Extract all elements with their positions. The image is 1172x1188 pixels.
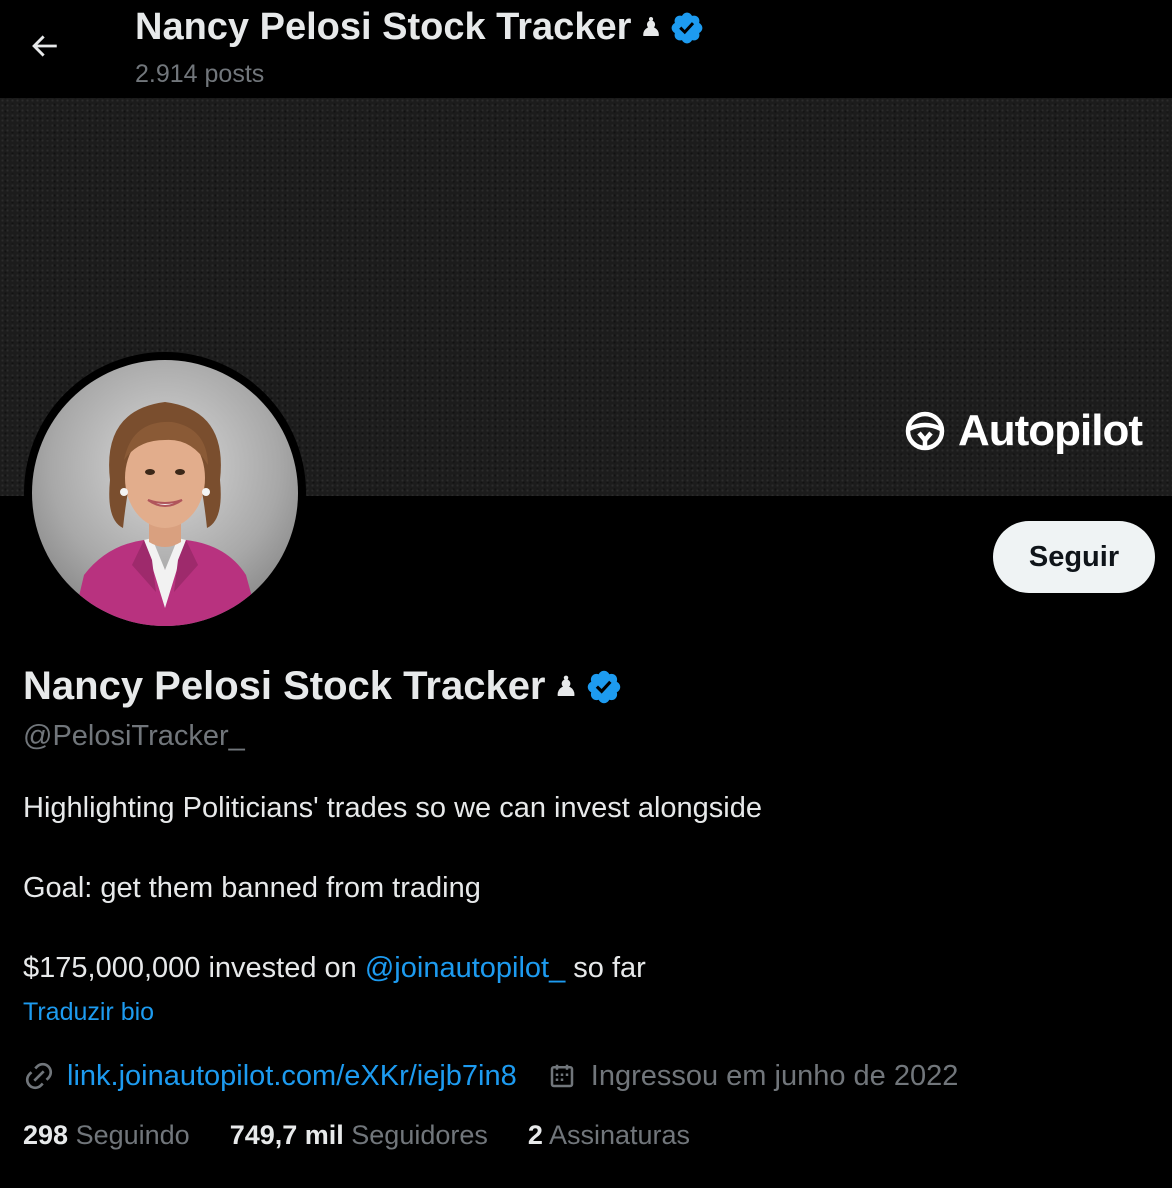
profile-header: Nancy Pelosi Stock Tracker ♟ 2.914 posts (0, 0, 1172, 98)
following-stat[interactable]: 298 Seguindo (23, 1120, 190, 1151)
subscriptions-label: Assinaturas (548, 1120, 691, 1150)
subscriptions-stat[interactable]: 2 Assinaturas (528, 1120, 690, 1151)
translate-bio-link[interactable]: Traduzir bio (23, 998, 154, 1027)
bio-line-2: Goal: get them banned from trading (23, 872, 481, 904)
chess-pawn-emoji: ♟ (639, 12, 663, 42)
avatar[interactable] (32, 360, 298, 626)
followers-stat[interactable]: 749,7 mil Seguidores (230, 1120, 488, 1151)
calendar-icon (547, 1061, 577, 1091)
bio-mention-link[interactable]: @joinautopilot_ (365, 952, 565, 984)
profile-website-link[interactable]: link.joinautopilot.com/eXKr/iejb7in8 (67, 1060, 517, 1093)
followers-count: 749,7 mil (229, 1120, 344, 1150)
header-title-row: Nancy Pelosi Stock Tracker ♟ (135, 6, 705, 49)
profile-handle: @PelosiTracker_ (23, 720, 245, 752)
header-title: Nancy Pelosi Stock Tracker (135, 6, 632, 48)
profile-name: Nancy Pelosi Stock Tracker (23, 664, 546, 708)
profile-name-row: Nancy Pelosi Stock Tracker ♟ (23, 664, 623, 709)
verified-badge-icon[interactable] (585, 668, 623, 706)
link-icon (25, 1062, 53, 1090)
chess-pawn-emoji: ♟ (553, 671, 579, 702)
following-label: Seguindo (75, 1120, 190, 1150)
following-count: 298 (23, 1120, 69, 1150)
verified-badge-icon[interactable] (669, 10, 705, 46)
posts-count: 2.914 posts (135, 60, 265, 88)
bio-line-3-suffix: so far (573, 952, 646, 984)
followers-label: Seguidores (351, 1120, 488, 1150)
bio-line-3-prefix: $175,000,000 invested on (23, 952, 357, 984)
profile-stats: 298 Seguindo 749,7 mil Seguidores 2 Assi… (23, 1120, 730, 1151)
avatar-frame (24, 352, 306, 634)
brand-name: Autopilot (957, 406, 1143, 455)
steering-wheel-icon (905, 411, 945, 451)
bio-line-3: $175,000,000 invested on @joinautopilot_… (23, 952, 646, 985)
follow-button[interactable]: Seguir (993, 521, 1155, 593)
avatar-portrait (72, 402, 260, 626)
joined-date: Ingressou em junho de 2022 (590, 1059, 959, 1092)
banner-brand: Autopilot (904, 406, 1143, 456)
back-button[interactable] (24, 26, 64, 66)
profile-meta-row: link.joinautopilot.com/eXKr/iejb7in8 Ing… (23, 1054, 958, 1098)
subscriptions-count: 2 (527, 1120, 543, 1150)
bio-line-1: Highlighting Politicians' trades so we c… (23, 792, 763, 824)
arrow-left-icon (32, 35, 57, 57)
